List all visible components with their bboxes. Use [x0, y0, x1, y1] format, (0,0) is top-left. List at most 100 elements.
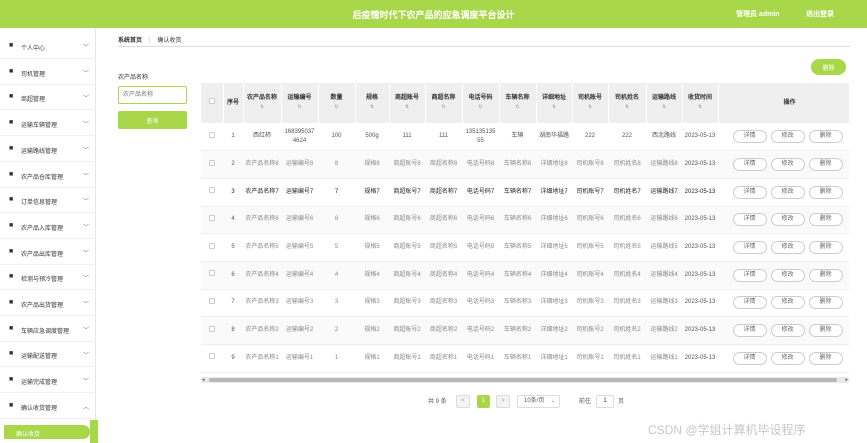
- sort-icon[interactable]: ⇅: [428, 103, 460, 112]
- table-cell: 规格6: [355, 206, 389, 235]
- sort-icon[interactable]: ⇅: [465, 103, 497, 112]
- detail-button[interactable]: 详情: [732, 241, 767, 255]
- edit-button[interactable]: 修改: [770, 351, 805, 365]
- edit-button[interactable]: 修改: [770, 158, 805, 172]
- horizontal-scrollbar[interactable]: ◂ ▸: [201, 377, 849, 383]
- table-cell: 规格5: [355, 233, 389, 262]
- column-header-label: 序号: [226, 99, 239, 106]
- query-button[interactable]: 查询: [118, 111, 187, 129]
- sidebar-item-14[interactable]: ■ 运输完成管理 ﹀: [0, 368, 96, 394]
- breadcrumb-home[interactable]: 系统首页: [118, 38, 142, 44]
- row-select-cell[interactable]: [201, 206, 223, 235]
- row-select-cell[interactable]: [201, 344, 223, 373]
- sidebar-subitem-active[interactable]: 确认收货: [4, 425, 90, 439]
- sidebar-item-13[interactable]: ■ 运输配送管理 ﹀: [0, 342, 96, 368]
- sidebar-item-8[interactable]: ■ 农产品入库管理 ﹀: [0, 214, 96, 239]
- sidebar-item-10[interactable]: ■ 检测与预冷管理 ﹀: [0, 265, 96, 291]
- edit-button[interactable]: 修改: [770, 130, 805, 144]
- row-select-cell[interactable]: [201, 316, 223, 345]
- table-cell: 农产品名称4: [243, 261, 281, 290]
- edit-button[interactable]: 修改: [770, 296, 805, 310]
- sidebar-item-label: 检测与预冷管理: [21, 277, 64, 284]
- detail-button[interactable]: 详情: [732, 213, 767, 227]
- prev-page-button[interactable]: <: [456, 395, 470, 408]
- delete-button[interactable]: 删除: [808, 185, 843, 199]
- detail-button[interactable]: 详情: [732, 158, 767, 172]
- edit-button[interactable]: 修改: [770, 185, 805, 199]
- row-checkbox[interactable]: [209, 270, 215, 277]
- row-checkbox[interactable]: [209, 325, 215, 332]
- detail-button[interactable]: 详情: [732, 324, 767, 338]
- sort-icon[interactable]: ⇅: [539, 103, 570, 112]
- sort-icon[interactable]: ⇅: [649, 103, 680, 112]
- page-number-button[interactable]: 1: [477, 395, 490, 408]
- detail-button[interactable]: 详情: [732, 296, 767, 310]
- delete-button[interactable]: 删除: [808, 296, 843, 310]
- delete-button[interactable]: 删除: [808, 130, 843, 144]
- sidebar-item-5[interactable]: ■ 运输路线管理 ﹀: [0, 137, 96, 162]
- row-select-cell[interactable]: [201, 178, 223, 207]
- row-select-cell[interactable]: [201, 289, 223, 318]
- delete-button[interactable]: 删除: [808, 324, 843, 338]
- select-all-checkbox[interactable]: [208, 98, 215, 104]
- table-cell: 车辆名称7: [499, 178, 536, 207]
- detail-button[interactable]: 详情: [732, 130, 767, 144]
- admin-label: 管理员 admin: [736, 11, 780, 18]
- row-checkbox[interactable]: [209, 297, 215, 304]
- sidebar-item-7[interactable]: ■ 订单信息管理 ﹀: [0, 188, 96, 214]
- sidebar-item-6[interactable]: ■ 农产品仓库管理 ﹀: [0, 163, 96, 188]
- scroll-right-icon[interactable]: ▸: [845, 377, 848, 383]
- logout-link[interactable]: 退出登录: [806, 9, 834, 19]
- sidebar-item-9[interactable]: ■ 农产品出库管理 ﹀: [0, 240, 96, 265]
- detail-button[interactable]: 详情: [732, 185, 767, 199]
- page-size-select[interactable]: 10条/页 ⌄: [517, 395, 560, 408]
- product-name-input[interactable]: [118, 86, 187, 104]
- sort-icon[interactable]: ⇅: [575, 103, 606, 112]
- scroll-left-icon[interactable]: ◂: [202, 377, 205, 383]
- batch-delete-button[interactable]: 删除: [811, 59, 846, 75]
- scroll-thumb[interactable]: [209, 378, 837, 382]
- sidebar-item-11[interactable]: ■ 农产品出货管理 ﹀: [0, 291, 96, 316]
- row-checkbox[interactable]: [209, 159, 215, 166]
- sort-icon[interactable]: ⇅: [284, 103, 316, 112]
- sidebar-item-4[interactable]: ■ 运输车辆管理 ﹀: [0, 111, 96, 137]
- delete-button[interactable]: 删除: [808, 213, 843, 227]
- row-select-cell[interactable]: [201, 233, 223, 262]
- edit-button[interactable]: 修改: [770, 241, 805, 255]
- sidebar-item-1[interactable]: ■ 个人中心 ﹀: [0, 34, 96, 59]
- goto-page-input[interactable]: 1: [596, 395, 614, 408]
- sort-icon[interactable]: ⇅: [321, 103, 353, 112]
- sort-icon[interactable]: ⇅: [358, 103, 387, 112]
- detail-button[interactable]: 详情: [732, 268, 767, 282]
- sidebar-item-3[interactable]: ■ 商超管理 ﹀: [0, 85, 96, 111]
- delete-button[interactable]: 删除: [808, 158, 843, 172]
- column-header: 数量 ⇅: [318, 83, 356, 123]
- row-checkbox[interactable]: [209, 214, 215, 221]
- row-checkbox[interactable]: [209, 242, 215, 249]
- sort-icon[interactable]: ⇅: [502, 103, 534, 112]
- edit-button[interactable]: 修改: [770, 324, 805, 338]
- detail-button[interactable]: 详情: [732, 351, 767, 365]
- row-checkbox[interactable]: [209, 131, 215, 138]
- sidebar-item-15[interactable]: ■ 确认收货管理 ︿: [0, 394, 96, 419]
- sort-icon[interactable]: ⇅: [246, 103, 279, 112]
- table-cell: 运输编号2: [281, 316, 318, 345]
- next-page-button[interactable]: >: [496, 395, 510, 408]
- delete-button[interactable]: 删除: [808, 241, 843, 255]
- row-checkbox[interactable]: [209, 353, 215, 360]
- sort-icon[interactable]: ⇅: [392, 103, 423, 112]
- sidebar-item-2[interactable]: ■ 司机管理 ﹀: [0, 60, 96, 85]
- select-all-cell[interactable]: [201, 83, 224, 123]
- row-select-cell[interactable]: [201, 150, 223, 179]
- delete-button[interactable]: 删除: [808, 268, 843, 282]
- sidebar-item-12[interactable]: ■ 车辆应急调度管理 ﹀: [0, 317, 96, 342]
- sort-icon[interactable]: ⇅: [611, 103, 644, 112]
- column-header-label: 商超账号: [394, 95, 419, 101]
- row-select-cell[interactable]: [201, 123, 223, 152]
- row-checkbox[interactable]: [209, 187, 215, 194]
- row-select-cell[interactable]: [201, 261, 223, 290]
- delete-button[interactable]: 删除: [808, 351, 843, 365]
- sort-icon[interactable]: ⇅: [685, 103, 716, 112]
- edit-button[interactable]: 修改: [770, 268, 805, 282]
- edit-button[interactable]: 修改: [770, 213, 805, 227]
